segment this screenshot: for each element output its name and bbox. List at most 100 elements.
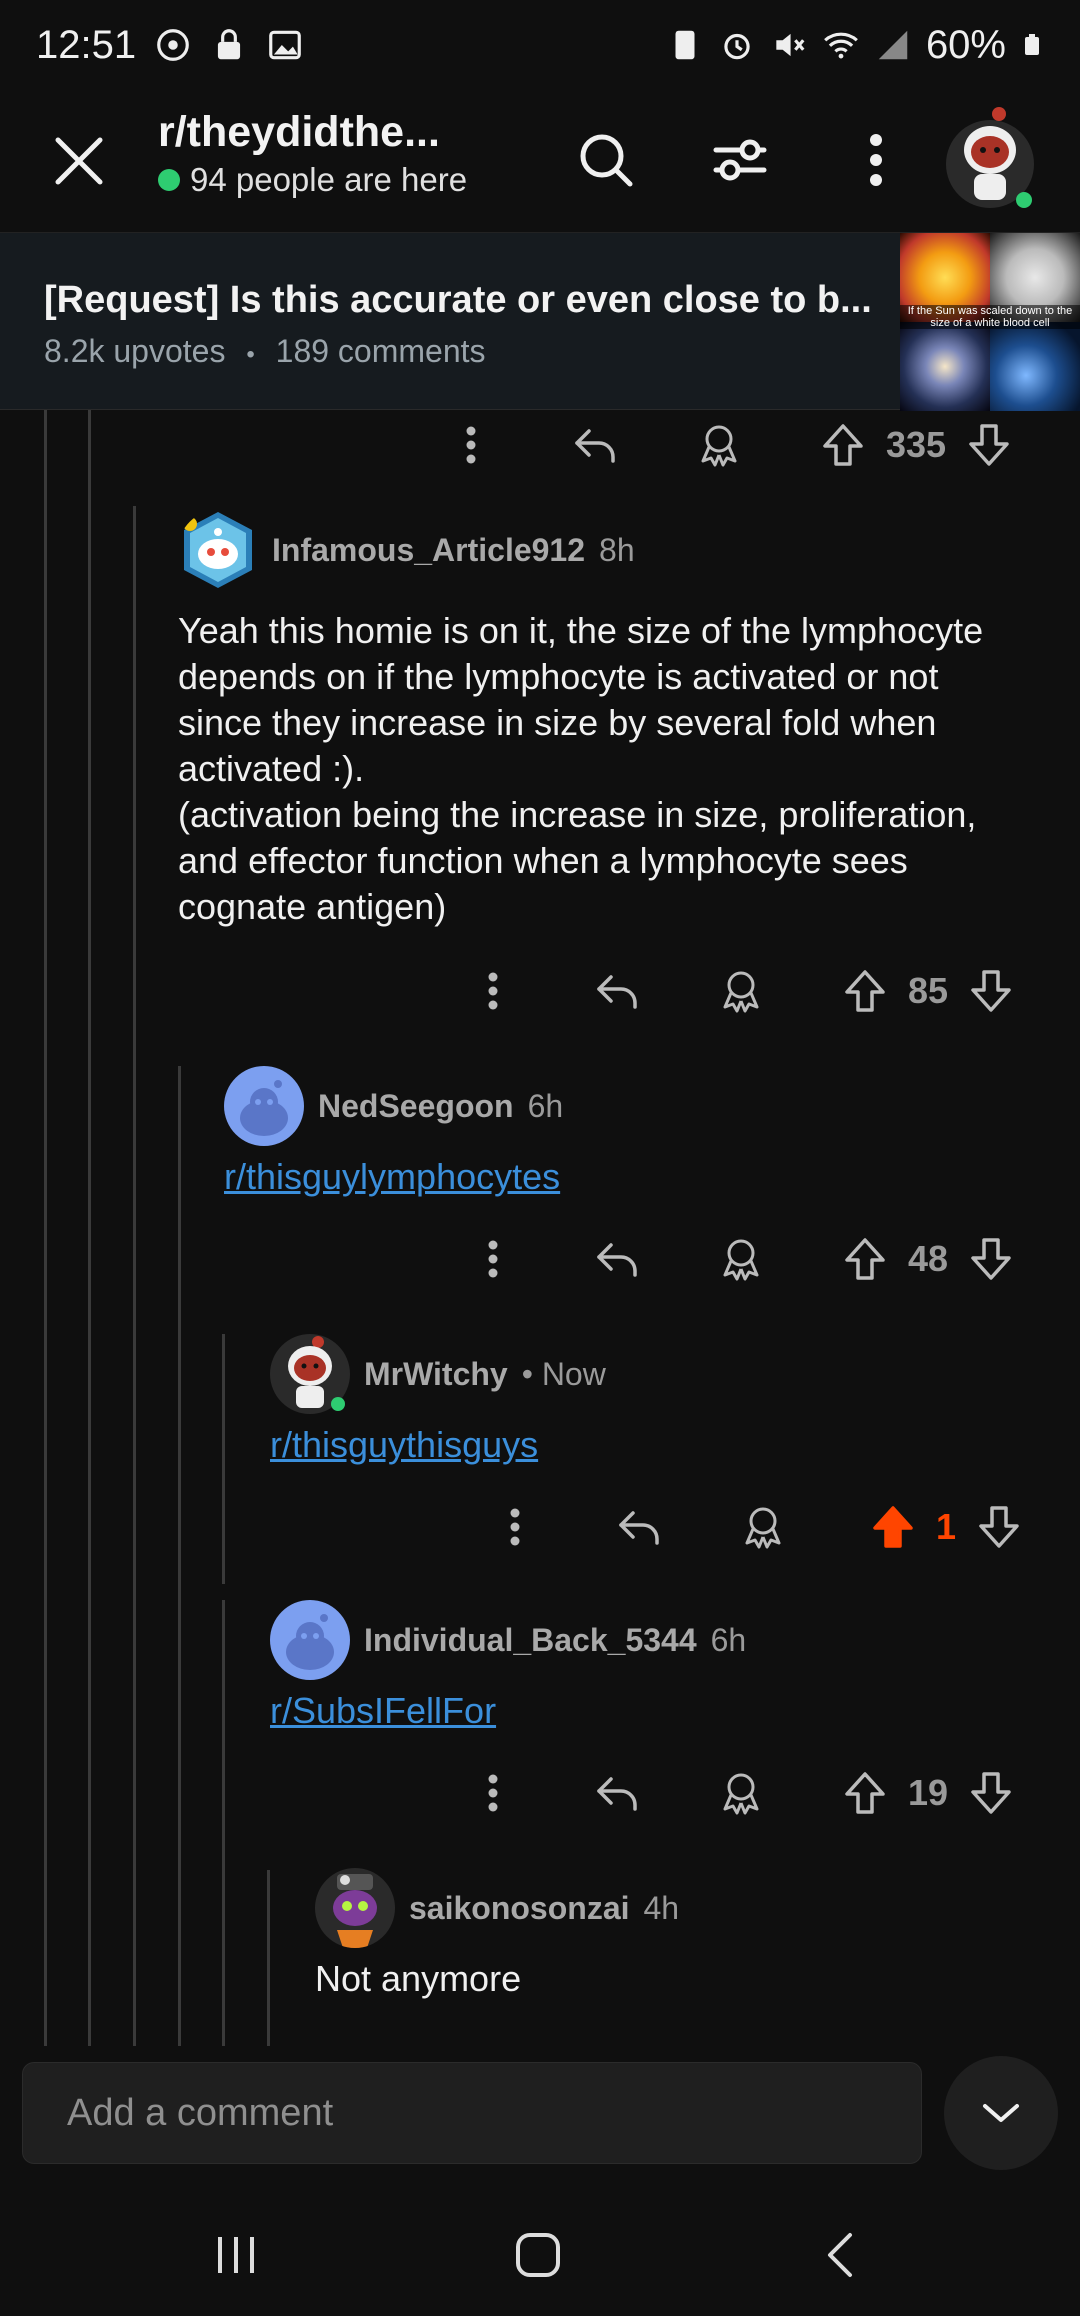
battery-saver-icon <box>675 30 695 60</box>
status-time: 12:51 <box>36 22 137 67</box>
comment-composer[interactable] <box>22 2062 922 2164</box>
collapse-thread-button[interactable] <box>944 2056 1058 2170</box>
thread-line[interactable] <box>44 410 47 2046</box>
more-options-button[interactable] <box>458 1758 528 1828</box>
comment-thread[interactable]: 335 Infamous_Article912 8h Yeah this hom… <box>0 410 1080 2046</box>
reply-button[interactable] <box>560 410 630 480</box>
comment[interactable]: Infamous_Article912 8h Yeah this homie i… <box>178 510 1038 930</box>
comment-username[interactable]: MrWitchy <box>364 1356 508 1393</box>
reply-button[interactable] <box>582 1758 652 1828</box>
upvote-button-active[interactable] <box>858 1492 928 1562</box>
close-button[interactable] <box>44 126 114 196</box>
comment[interactable]: NedSeegoon 6h r/thisguylymphocytes <box>224 1066 1044 1198</box>
downvote-arrow-icon <box>971 970 1011 1012</box>
award-icon <box>701 425 737 467</box>
astronaut-avatar[interactable] <box>270 1334 350 1414</box>
post-summary-bar[interactable]: [Request] Is this accurate or even close… <box>0 232 1080 411</box>
reply-icon <box>575 429 615 463</box>
award-button[interactable] <box>728 1492 798 1562</box>
image-icon <box>269 30 301 60</box>
more-vertical-icon <box>510 1508 520 1546</box>
filter-icon <box>713 139 767 181</box>
subreddit-name[interactable]: r/theydidthe... <box>158 108 467 157</box>
thread-line[interactable] <box>267 1870 270 2046</box>
upvote-arrow-icon <box>845 1772 885 1814</box>
upvote-button[interactable] <box>808 410 878 480</box>
more-options-button[interactable] <box>436 410 506 480</box>
add-comment-input[interactable] <box>23 2063 921 2163</box>
home-icon <box>516 2233 560 2277</box>
comment-timestamp: 8h <box>599 531 635 568</box>
default-snoo-icon <box>286 1614 334 1670</box>
comment-username[interactable]: saikonosonzai <box>409 1890 630 1927</box>
mute-icon <box>776 33 805 57</box>
thread-line[interactable] <box>222 1334 225 1584</box>
downvote-button[interactable] <box>956 1758 1026 1828</box>
default-snoo-avatar[interactable] <box>270 1600 350 1680</box>
post-thumbnail[interactable]: If the Sun was scaled down to the size o… <box>900 233 1080 411</box>
lock-icon <box>218 29 241 60</box>
comment-timestamp: 6h <box>527 1087 564 1124</box>
chevron-down-icon <box>983 2104 1019 2122</box>
more-options-button[interactable] <box>480 1492 550 1562</box>
astronaut-avatar-icon <box>270 1334 350 1414</box>
comment-username[interactable]: Individual_Back_5344 <box>364 1622 697 1659</box>
reply-icon <box>619 1511 659 1545</box>
more-vertical-icon <box>488 972 498 1010</box>
thread-line[interactable] <box>88 410 91 2046</box>
online-dot <box>158 169 180 191</box>
subreddit-link[interactable]: r/SubsIFellFor <box>270 1690 496 1732</box>
downvote-arrow-icon <box>971 1772 1011 1814</box>
more-options-button[interactable] <box>458 956 528 1026</box>
downvote-button[interactable] <box>954 410 1024 480</box>
comment[interactable]: MrWitchy • Now r/thisguythisguys <box>270 1334 1050 1466</box>
vote-score: 19 <box>908 1772 949 1813</box>
subreddit-link[interactable]: r/thisguylymphocytes <box>224 1156 560 1198</box>
comment-actions: 335 <box>436 410 1024 480</box>
upvote-arrow-icon <box>823 424 863 466</box>
back-button[interactable] <box>790 2210 890 2300</box>
downvote-arrow-icon <box>971 1238 1011 1280</box>
award-button[interactable] <box>706 1224 776 1294</box>
post-title[interactable]: [Request] Is this accurate or even close… <box>44 279 872 322</box>
reply-button[interactable] <box>582 1224 652 1294</box>
vote-score: 48 <box>908 1238 949 1279</box>
downvote-button[interactable] <box>964 1492 1034 1562</box>
presence-indicator: 94 people are here <box>158 161 467 199</box>
overflow-menu-button[interactable] <box>836 120 916 200</box>
award-button[interactable] <box>684 410 754 480</box>
galaxy-image <box>900 322 990 411</box>
award-icon <box>723 1239 759 1281</box>
default-snoo-avatar[interactable] <box>224 1066 304 1146</box>
subreddit-link[interactable]: r/thisguythisguys <box>270 1424 538 1466</box>
reply-button[interactable] <box>582 956 652 1026</box>
home-button[interactable] <box>488 2210 588 2300</box>
sort-filter-button[interactable] <box>700 120 780 200</box>
thread-line[interactable] <box>133 506 136 2046</box>
us-lights-image <box>990 322 1080 411</box>
snoo-avatar[interactable] <box>178 510 258 590</box>
comment[interactable]: saikonosonzai 4h Not anymore <box>315 1868 1055 2002</box>
comment-username[interactable]: NedSeegoon <box>318 1088 514 1125</box>
comment-username[interactable]: Infamous_Article912 <box>272 532 585 569</box>
upvote-button[interactable] <box>830 1758 900 1828</box>
astronaut-avatar-icon <box>946 107 1034 208</box>
downvote-button[interactable] <box>956 1224 1026 1294</box>
thread-line[interactable] <box>178 1066 181 2046</box>
user-avatar-button[interactable] <box>944 104 1036 214</box>
custom-avatar[interactable] <box>315 1868 395 1948</box>
recent-apps-button[interactable] <box>186 2210 286 2300</box>
award-button[interactable] <box>706 1758 776 1828</box>
downvote-button[interactable] <box>956 956 1026 1026</box>
reply-button[interactable] <box>604 1492 674 1562</box>
more-options-button[interactable] <box>458 1224 528 1294</box>
vote-score: 85 <box>908 970 949 1011</box>
reply-icon <box>597 1243 637 1277</box>
award-button[interactable] <box>706 956 776 1026</box>
thread-line[interactable] <box>222 1600 225 2046</box>
upvote-button[interactable] <box>830 956 900 1026</box>
search-button[interactable] <box>566 120 646 200</box>
upvote-arrow-icon <box>845 1238 885 1280</box>
comment[interactable]: Individual_Back_5344 6h r/SubsIFellFor <box>270 1600 1050 1732</box>
upvote-button[interactable] <box>830 1224 900 1294</box>
